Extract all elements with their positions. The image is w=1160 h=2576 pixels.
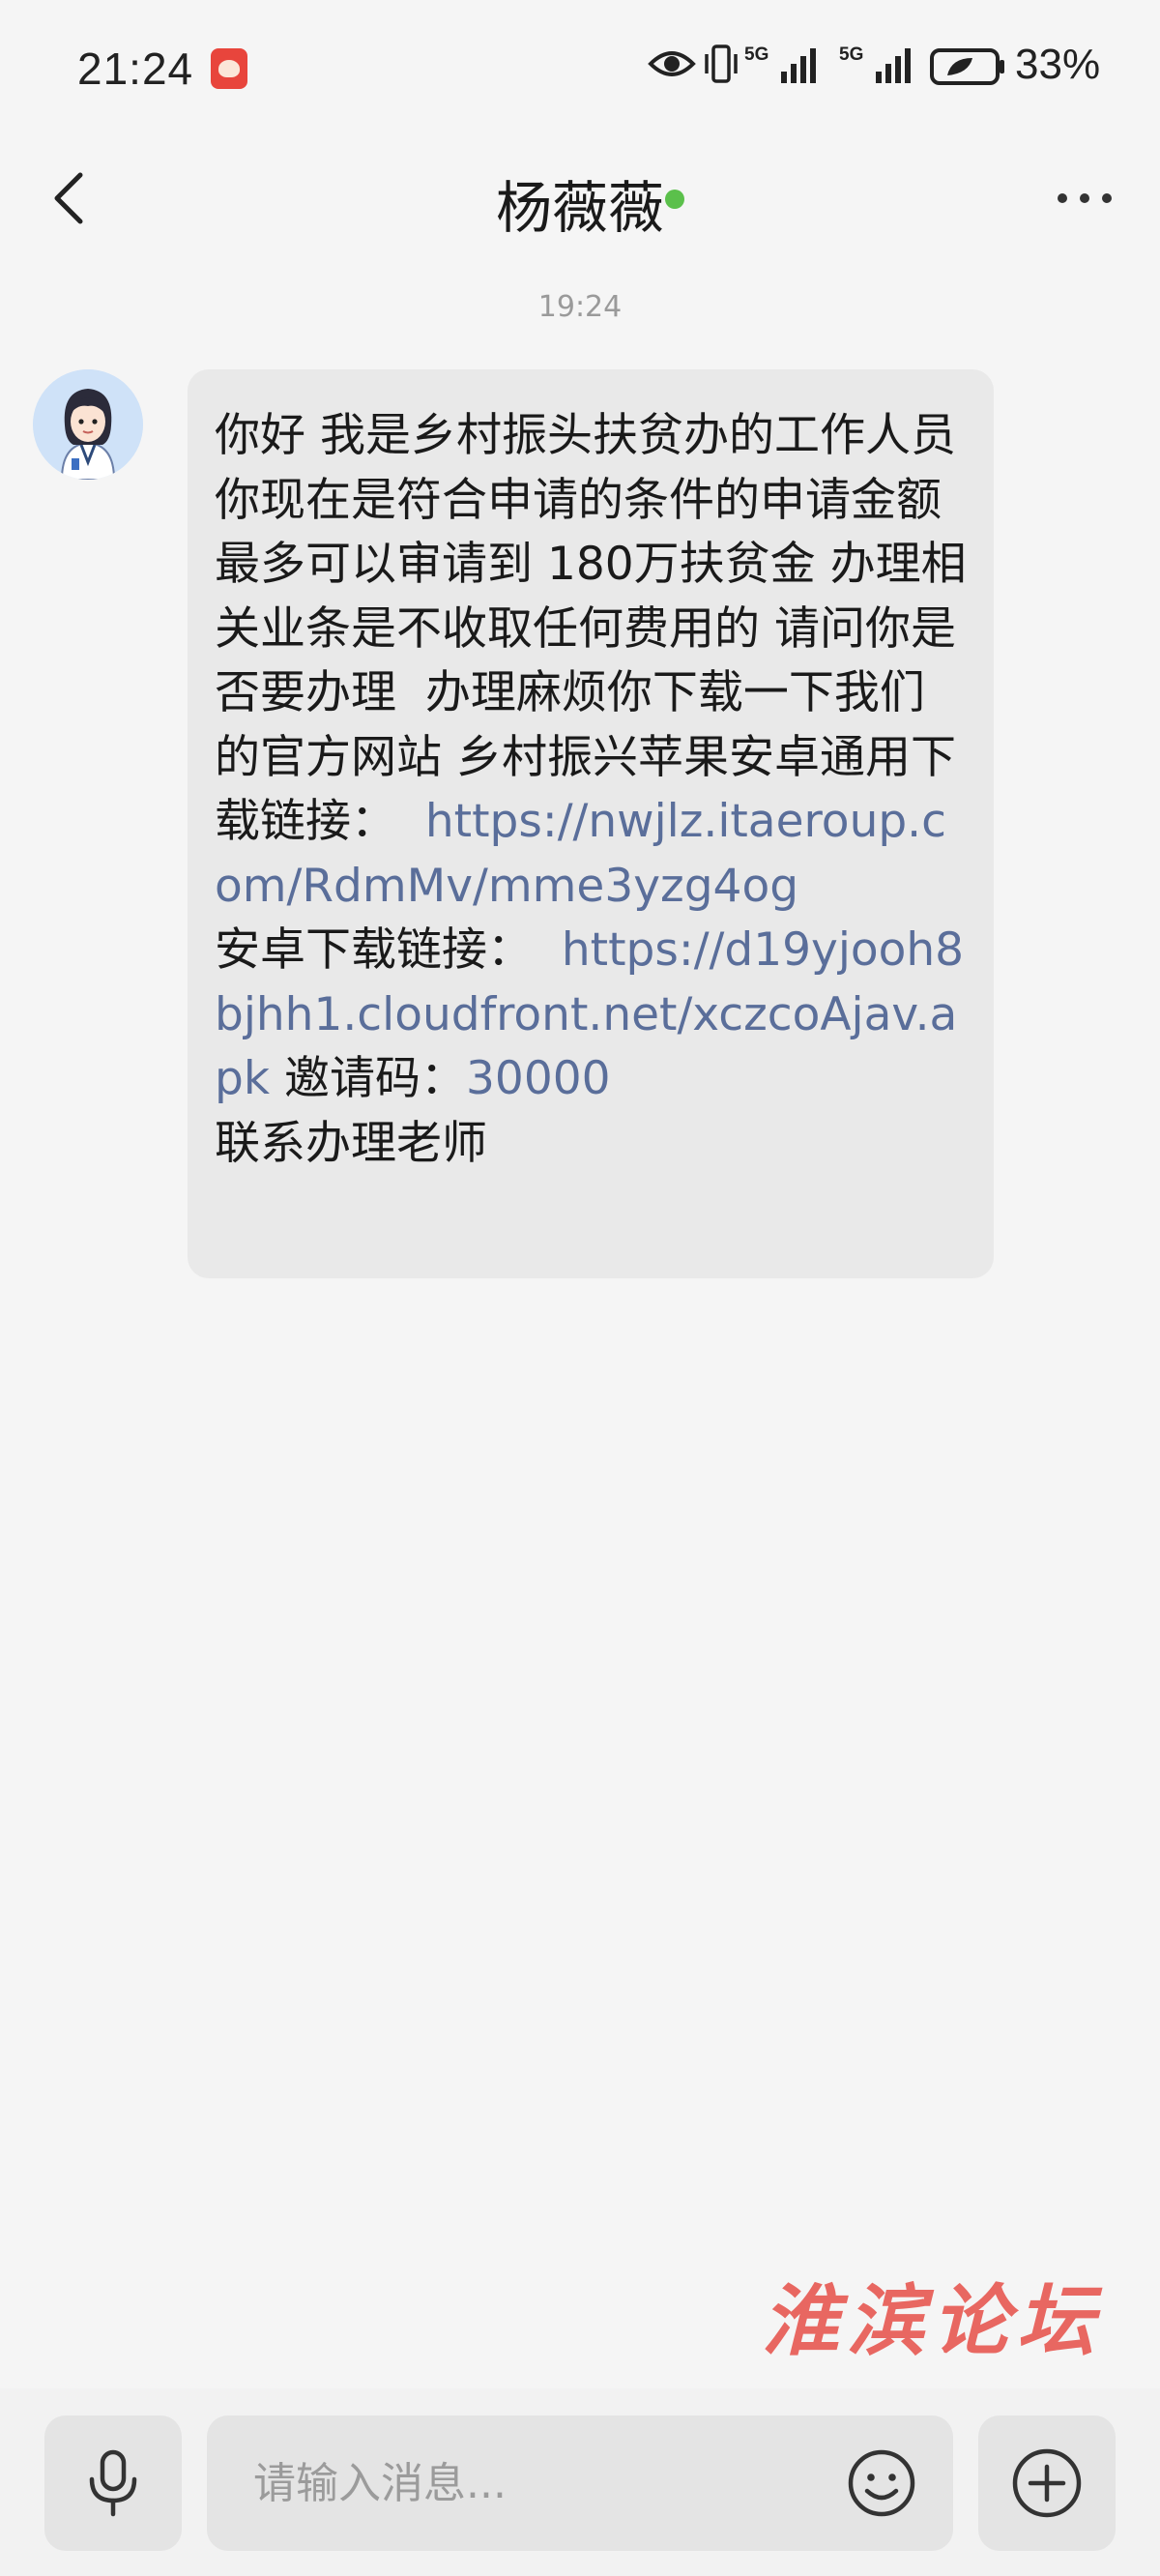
avatar-illustration [33, 369, 143, 480]
smiley-icon [848, 2449, 915, 2517]
signal-icon: 5G [744, 44, 816, 83]
message-timestamp: 19:24 [537, 290, 623, 324]
message-text-segment: 邀请码： [270, 1052, 467, 1105]
status-bar: 21:24 5G 5G 33% [0, 0, 1160, 135]
message-link[interactable]: 30000 [466, 1052, 611, 1105]
online-status-dot [665, 190, 684, 209]
status-time: 21:24 [77, 44, 194, 94]
message-input[interactable] [207, 2415, 953, 2551]
signal-icon: 5G [839, 44, 911, 83]
microphone-icon [89, 2449, 137, 2517]
battery-percent: 33% [1015, 41, 1101, 88]
battery-icon [930, 48, 1004, 85]
chat-header: 杨薇薇 [0, 135, 1160, 261]
more-options-button[interactable] [1044, 164, 1125, 232]
plus-circle-icon [1012, 2448, 1082, 2518]
vibrate-icon [705, 44, 738, 83]
contact-name[interactable]: 杨薇薇 [0, 162, 1160, 244]
contact-avatar[interactable] [33, 369, 143, 480]
message-text-segment: 联系办理老师 [215, 1116, 487, 1170]
app-notification-icon [211, 48, 247, 89]
input-bar [0, 2388, 1160, 2576]
message-text-segment: 安卓下载链接： [215, 923, 533, 977]
network-label: 5G [839, 44, 863, 65]
emoji-button[interactable] [843, 2444, 920, 2522]
message-text-segment: 你好 我是乡村振头扶贫办的工作人员 你现在是符合申请的条件的申请金额最多可以审请… [215, 409, 971, 848]
message-text: 你好 我是乡村振头扶贫办的工作人员 你现在是符合申请的条件的申请金额最多可以审请… [215, 404, 969, 1176]
network-label: 5G [744, 44, 768, 65]
more-dots-icon [1058, 193, 1112, 203]
message-bubble[interactable]: 你好 我是乡村振头扶贫办的工作人员 你现在是符合申请的条件的申请金额最多可以审请… [188, 369, 994, 1278]
voice-input-button[interactable] [44, 2415, 182, 2551]
eye-icon [648, 51, 696, 76]
forum-watermark: 淮滨论坛 [762, 2275, 1102, 2366]
more-actions-button[interactable] [978, 2415, 1116, 2551]
